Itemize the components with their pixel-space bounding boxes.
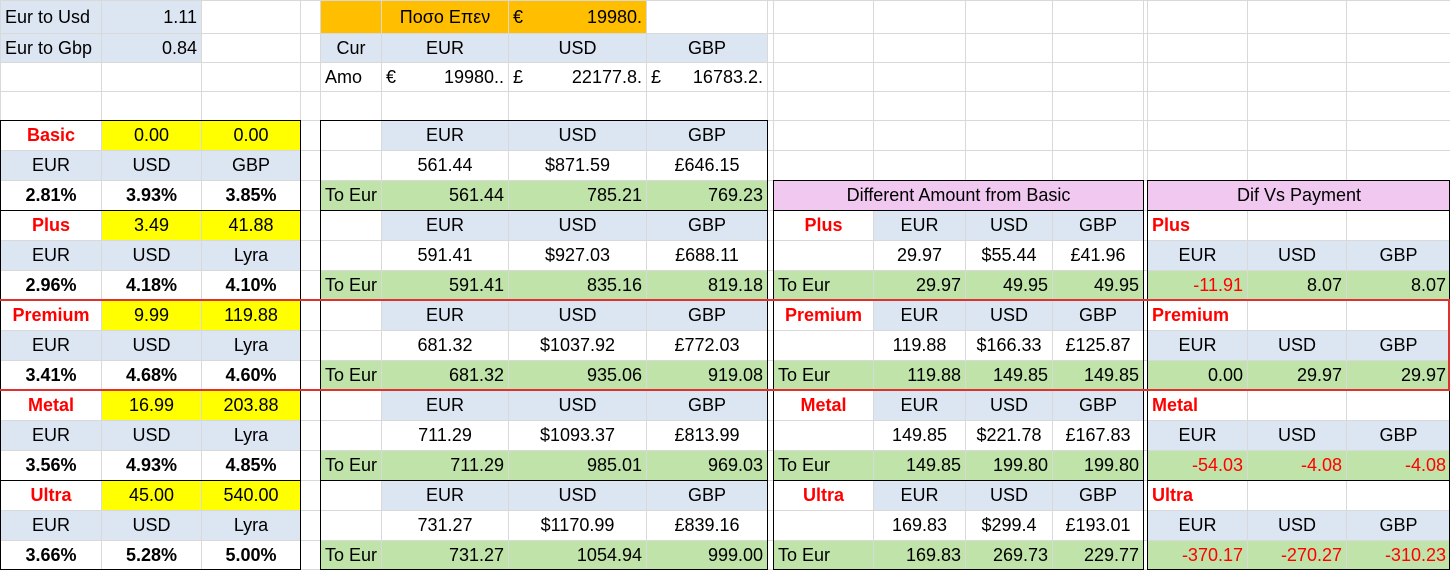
rate-value[interactable]: 0.84 — [102, 34, 201, 62]
amount-value: 19980. — [586, 6, 642, 27]
highlight-line — [0, 389, 1450, 391]
plan-border — [0, 390, 301, 481]
converted-amount[interactable]: £22177.8. — [509, 63, 646, 91]
payment-border — [1147, 210, 1450, 301]
converted-amount[interactable]: £16783.2. — [647, 63, 767, 91]
converted-amount[interactable]: €19980.. — [382, 63, 508, 91]
plan-border — [0, 120, 301, 211]
spreadsheet-grid[interactable]: Eur to Usd 1.11 Eur to Gbp 0.84 Ποσο Επεν €19… — [0, 0, 1450, 570]
rate-value[interactable]: 1.11 — [102, 1, 201, 33]
interest-border — [320, 480, 768, 570]
interest-border — [320, 390, 768, 481]
plan-border — [0, 300, 301, 391]
cur-label[interactable]: Cur — [321, 34, 381, 62]
currency-symbol: £ — [651, 66, 662, 87]
interest-border — [320, 300, 768, 391]
payment-border — [1147, 390, 1450, 481]
interest-border — [320, 120, 768, 211]
payment-border — [1147, 480, 1450, 570]
converted-value: 19980.. — [443, 66, 504, 87]
currency-header[interactable]: GBP — [647, 34, 767, 62]
currency-symbol: € — [513, 6, 524, 27]
amount-label[interactable]: Ποσο Επεν — [382, 1, 508, 33]
plan-border — [0, 480, 301, 570]
highlight-line — [0, 299, 1450, 301]
currency-symbol: € — [386, 66, 397, 87]
payment-border — [1147, 300, 1450, 391]
amo-label[interactable]: Amo — [321, 63, 381, 91]
converted-value: 16783.2. — [692, 66, 763, 87]
gridline — [0, 0, 1450, 1]
interest-border — [320, 210, 768, 301]
converted-value: 22177.8. — [571, 66, 642, 87]
diff-title-border — [773, 180, 1144, 211]
amount-color-cell[interactable] — [321, 1, 381, 33]
diff-border — [773, 300, 1144, 391]
plan-border — [0, 210, 301, 301]
diff-border — [773, 390, 1144, 481]
rate-label[interactable]: Eur to Gbp — [1, 34, 101, 62]
diff-border — [773, 480, 1144, 570]
amount-input[interactable]: €19980. — [509, 1, 646, 33]
currency-symbol: £ — [513, 66, 524, 87]
currency-header[interactable]: USD — [509, 34, 646, 62]
gridline — [0, 91, 1450, 92]
rate-label[interactable]: Eur to Usd — [1, 1, 101, 33]
payment-title-border — [1147, 180, 1450, 211]
diff-border — [773, 210, 1144, 301]
currency-header[interactable]: EUR — [382, 34, 508, 62]
